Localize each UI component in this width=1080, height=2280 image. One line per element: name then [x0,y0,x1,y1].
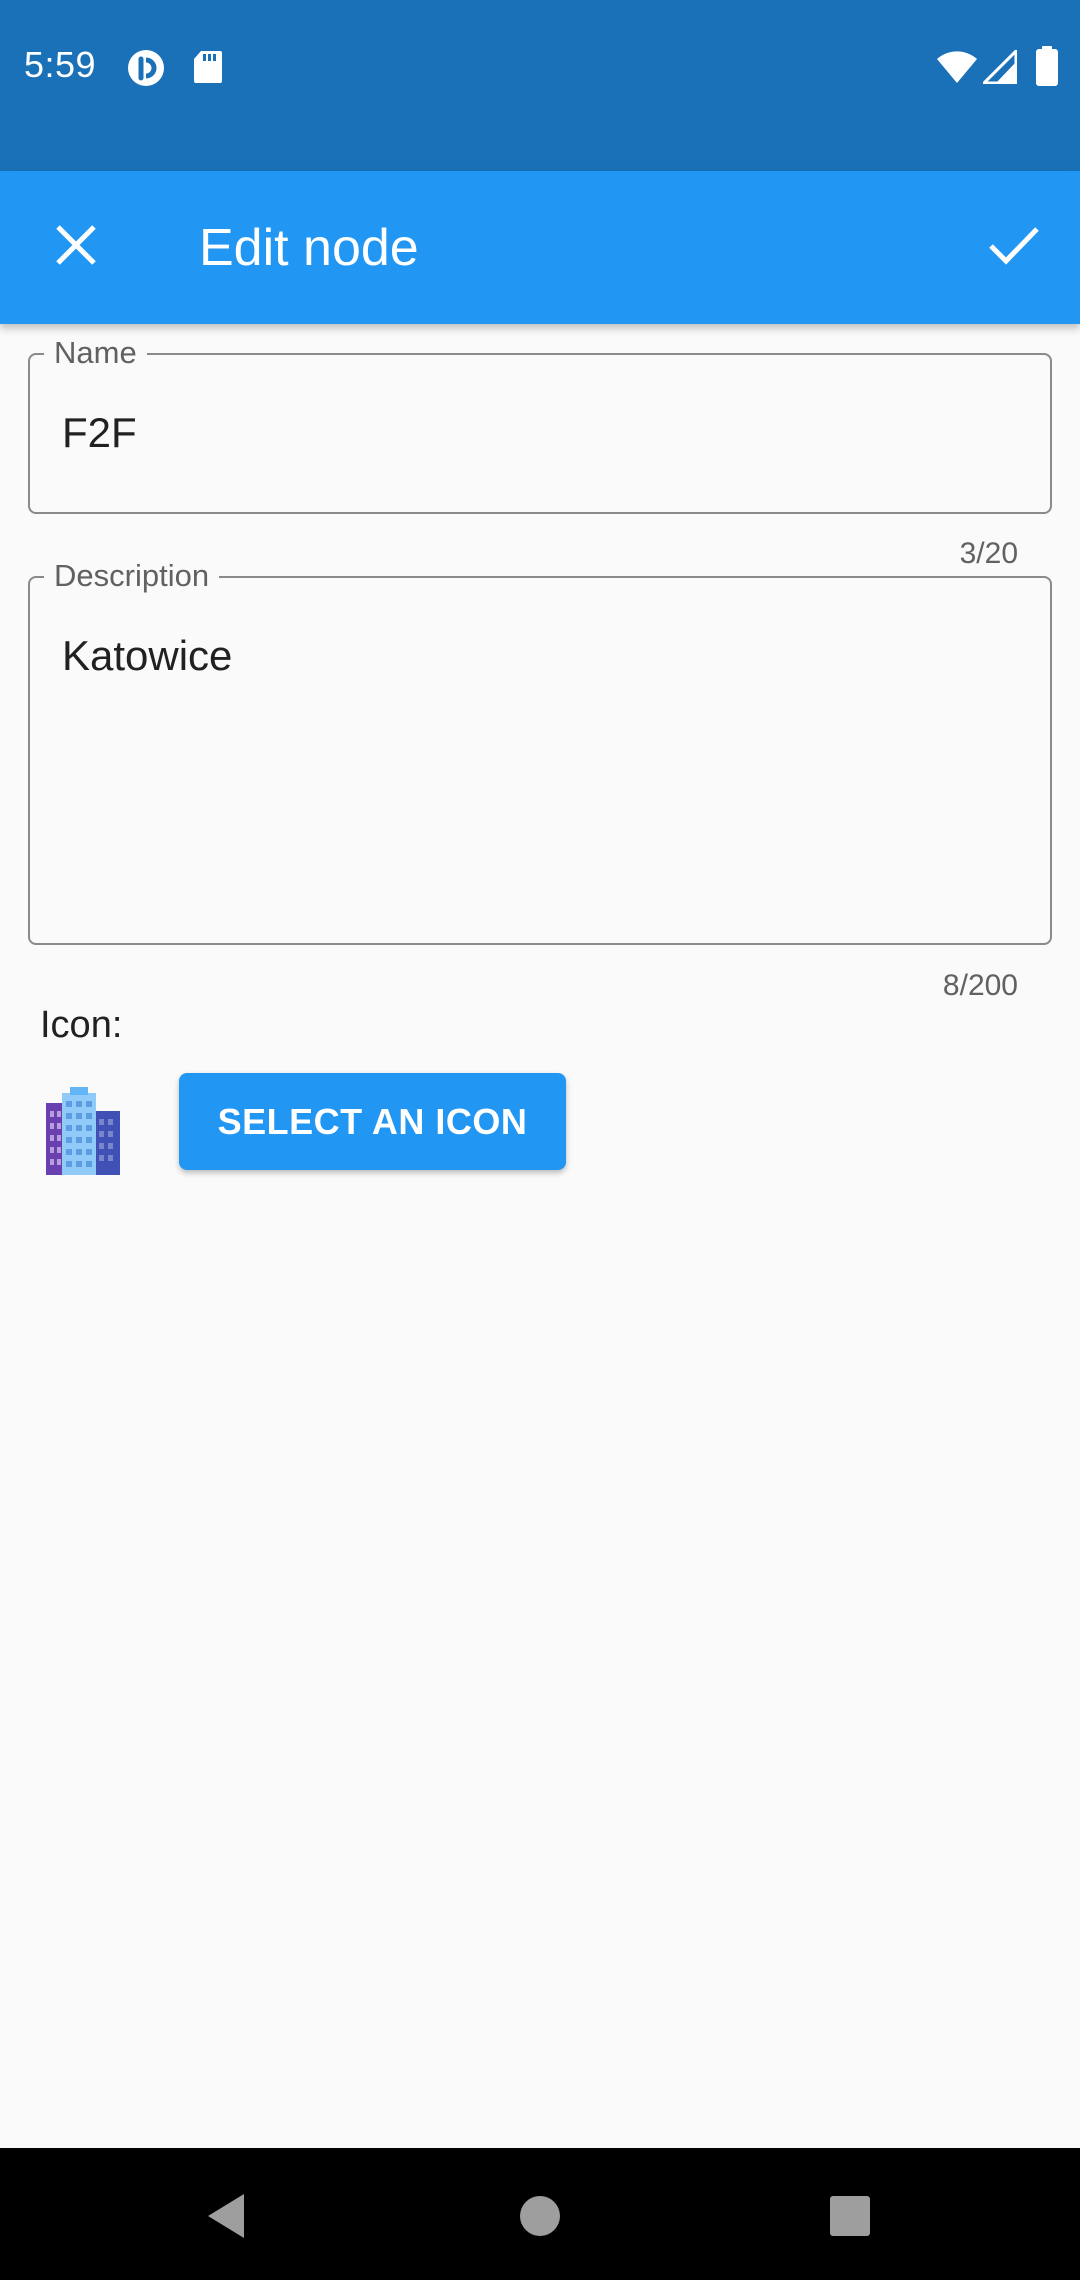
close-button[interactable] [36,207,116,287]
select-icon-button[interactable]: SELECT AN ICON [179,1073,566,1170]
sd-card-icon [193,50,223,89]
wifi-icon [936,50,978,89]
cellular-signal-icon [982,49,1018,89]
name-char-counter: 3/20 [959,537,1018,570]
recents-icon [829,2195,871,2242]
home-icon [519,2195,561,2242]
office-building-icon [44,1087,122,1177]
status-time: 5:59 [24,44,97,85]
check-icon [988,225,1040,270]
icon-label: Icon: [40,1004,123,1046]
battery-icon [1036,46,1058,91]
system-nav-bar [0,2148,1080,2280]
name-field[interactable]: Name F2F [28,335,1052,514]
pocket-casts-icon [127,49,165,92]
description-field-label: Description [44,558,220,594]
back-icon [204,2192,248,2245]
app-bar: Edit node [0,171,1080,324]
confirm-button[interactable] [974,207,1054,287]
description-field-value: Katowice [62,632,233,679]
nav-back-button[interactable] [186,2178,266,2258]
nav-home-button[interactable] [500,2178,580,2258]
name-field-value: F2F [62,409,137,456]
status-bar: 5:59 [0,0,1080,171]
name-field-label: Name [44,335,147,371]
page-title: Edit node [199,219,419,277]
description-field[interactable]: Description Katowice [28,558,1052,945]
description-char-counter: 8/200 [942,969,1018,1002]
nav-recents-button[interactable] [810,2178,890,2258]
close-icon [54,223,98,272]
